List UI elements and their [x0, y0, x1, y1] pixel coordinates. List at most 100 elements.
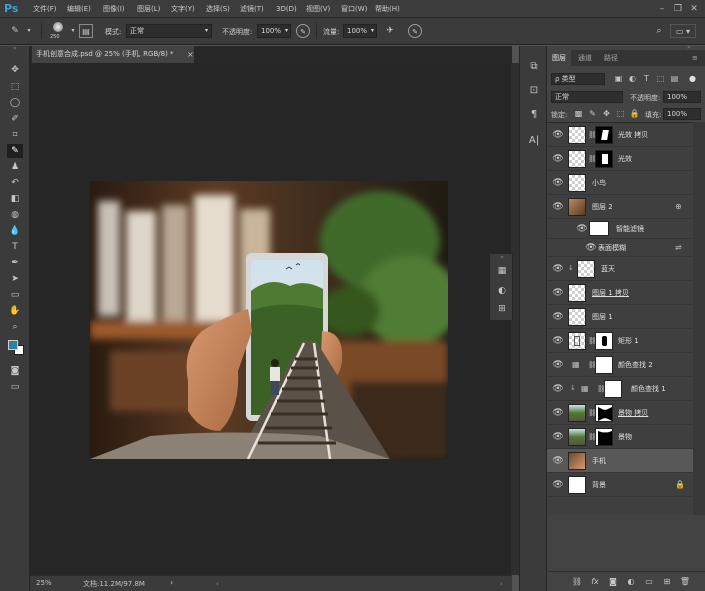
eye-icon[interactable]: 👁	[552, 383, 564, 395]
type-tool-icon[interactable]: T	[7, 240, 23, 254]
lock-artboard-icon[interactable]: ⬚	[615, 108, 626, 120]
eye-icon[interactable]: 👁	[552, 129, 564, 141]
tab-channels[interactable]: 通道	[573, 50, 597, 66]
marquee-tool-icon[interactable]: ⬚	[7, 80, 23, 94]
eye-icon[interactable]: 👁	[552, 431, 564, 443]
canvas-area[interactable]	[30, 63, 512, 575]
layer-mask-thumbnail[interactable]	[595, 404, 613, 422]
filter-type-icon[interactable]: T	[641, 73, 652, 85]
toolbar-collapse-icon[interactable]: »	[7, 42, 23, 56]
menu-3d[interactable]: 3D(D)	[276, 3, 297, 15]
layer-mask-thumbnail[interactable]	[595, 150, 613, 168]
filter-adjustment-icon[interactable]: ◐	[627, 73, 638, 85]
eye-icon[interactable]: 👁	[585, 242, 597, 254]
layer-mask-thumbnail[interactable]	[595, 126, 613, 144]
eye-icon[interactable]: 👁	[552, 263, 564, 275]
filter-pixel-icon[interactable]: ▣	[613, 73, 624, 85]
filter-smart-object-icon[interactable]: ▤	[669, 73, 680, 85]
link-layers-icon[interactable]: ⛓	[571, 576, 583, 588]
layer-style-icon[interactable]: fx	[589, 576, 601, 588]
brush-tool-icon[interactable]: ✎	[7, 144, 23, 158]
fill-field[interactable]: 100%	[663, 108, 701, 120]
scroll-left-icon[interactable]: ‹	[216, 580, 222, 588]
new-adjustment-layer-icon[interactable]: ◐	[625, 576, 637, 588]
search-icon[interactable]: ⌕	[652, 24, 666, 38]
eye-icon[interactable]: 👁	[552, 359, 564, 371]
layer-row[interactable]: 👁 背景 🔒	[547, 473, 693, 497]
paragraph-icon[interactable]: ¶	[527, 108, 541, 122]
lasso-tool-icon[interactable]: ◯	[7, 96, 23, 110]
layer-row[interactable]: 👁 ⛓ 光效	[547, 147, 693, 171]
tool-preset-dropdown-icon[interactable]: ▾	[22, 24, 36, 38]
new-layer-icon[interactable]: ⊞	[661, 576, 673, 588]
smart-filter-mask[interactable]	[589, 221, 609, 236]
properties-icon[interactable]: ⊞	[495, 302, 509, 316]
smart-filter-icon[interactable]: ⊕	[675, 202, 682, 212]
new-group-icon[interactable]: ▭	[643, 576, 655, 588]
collapse-icon[interactable]: «	[495, 254, 509, 262]
mode-select[interactable]: 正常 ▾	[126, 24, 212, 38]
layer-mask-thumbnail[interactable]	[595, 356, 613, 374]
brush-tool-icon[interactable]: ✎	[8, 24, 22, 38]
hand-tool-icon[interactable]: ✋	[7, 304, 23, 318]
eye-icon[interactable]: 👁	[552, 311, 564, 323]
brush-preset-picker[interactable]: 250	[48, 21, 68, 42]
delete-layer-icon[interactable]: 🗑	[679, 576, 691, 588]
layer-mask-thumbnail[interactable]	[595, 428, 613, 446]
link-icon[interactable]: ⛓	[588, 154, 597, 164]
pressure-size-icon[interactable]: ✎	[408, 24, 422, 38]
pressure-opacity-icon[interactable]: ✎	[296, 24, 310, 38]
eye-icon[interactable]: 👁	[552, 201, 564, 213]
eye-icon[interactable]: 👁	[552, 455, 564, 467]
filter-kind-select[interactable]: ρ 类型	[551, 73, 605, 85]
smart-filter-row[interactable]: 👁 智能滤镜	[547, 219, 693, 239]
foreground-color-swatch[interactable]	[8, 340, 18, 350]
lock-image-icon[interactable]: ✎	[587, 108, 598, 120]
workspace-switcher-icon[interactable]: ▭ ▾	[670, 24, 696, 38]
layer-row[interactable]: 👁 ⛓ 矩形 1	[547, 329, 693, 353]
brush-dropdown-icon[interactable]: ▾	[66, 24, 80, 38]
close-document-icon[interactable]: ×	[187, 46, 194, 63]
quick-mask-icon[interactable]: ◙	[7, 364, 23, 378]
link-icon[interactable]: ⛓	[588, 336, 597, 346]
close-icon[interactable]: ✕	[688, 3, 700, 15]
filter-effect-row[interactable]: 👁 表面模糊 ⇌	[547, 239, 693, 257]
menu-type[interactable]: 文字(Y)	[171, 3, 195, 15]
layer-row[interactable]: 👁 ⛓ 景物 拷贝	[547, 401, 693, 425]
link-icon[interactable]: ⛓	[588, 130, 597, 140]
status-menu-icon[interactable]: ›	[170, 578, 173, 587]
eye-icon[interactable]: 👁	[552, 407, 564, 419]
vector-mask-thumbnail[interactable]	[595, 332, 613, 350]
link-icon[interactable]: ⛓	[588, 408, 597, 418]
menu-select[interactable]: 选择(S)	[206, 3, 230, 15]
layer-row[interactable]: 👁 小鸟	[547, 171, 693, 195]
layer-row[interactable]: 👁 ↓ ▦ ⛓ 颜色查找 1	[547, 377, 693, 401]
histogram-icon[interactable]: ▦	[495, 264, 509, 278]
history-icon[interactable]: ⧉	[527, 60, 541, 74]
flow-field[interactable]: 100% ▾	[343, 24, 377, 38]
opacity-field[interactable]: 100% ▾	[257, 24, 291, 38]
path-selection-tool-icon[interactable]: ➤	[7, 272, 23, 286]
eraser-tool-icon[interactable]: ◧	[7, 192, 23, 206]
pen-tool-icon[interactable]: ✒	[7, 256, 23, 270]
layer-row[interactable]: 👁 图层 1	[547, 305, 693, 329]
menu-edit[interactable]: 编辑(E)	[67, 3, 91, 15]
zoom-tool-icon[interactable]: ⌕	[7, 320, 23, 334]
lock-position-icon[interactable]: ✥	[601, 108, 612, 120]
layer-row[interactable]: 👁 ⛓ 景物	[547, 425, 693, 449]
menu-help[interactable]: 帮助(H)	[375, 3, 400, 15]
menu-filter[interactable]: 滤镜(T)	[240, 3, 264, 15]
tab-paths[interactable]: 路径	[599, 50, 623, 66]
document-tab[interactable]: 手机创意合成.psd @ 25% (手机, RGB/8) * ×	[32, 46, 194, 63]
screen-mode-icon[interactable]: ▭	[7, 380, 23, 394]
history-brush-tool-icon[interactable]: ↶	[7, 176, 23, 190]
menu-image[interactable]: 图像(I)	[103, 3, 125, 15]
minimize-icon[interactable]: –	[656, 3, 668, 15]
menu-file[interactable]: 文件(F)	[33, 3, 57, 15]
character-icon[interactable]: A|	[527, 134, 541, 148]
eye-icon[interactable]: 👁	[552, 335, 564, 347]
add-mask-icon[interactable]: ◙	[607, 576, 619, 588]
menu-view[interactable]: 视图(V)	[306, 3, 330, 15]
adjustments-icon[interactable]: ◐	[495, 284, 509, 298]
lock-all-icon[interactable]: 🔒	[629, 108, 640, 120]
